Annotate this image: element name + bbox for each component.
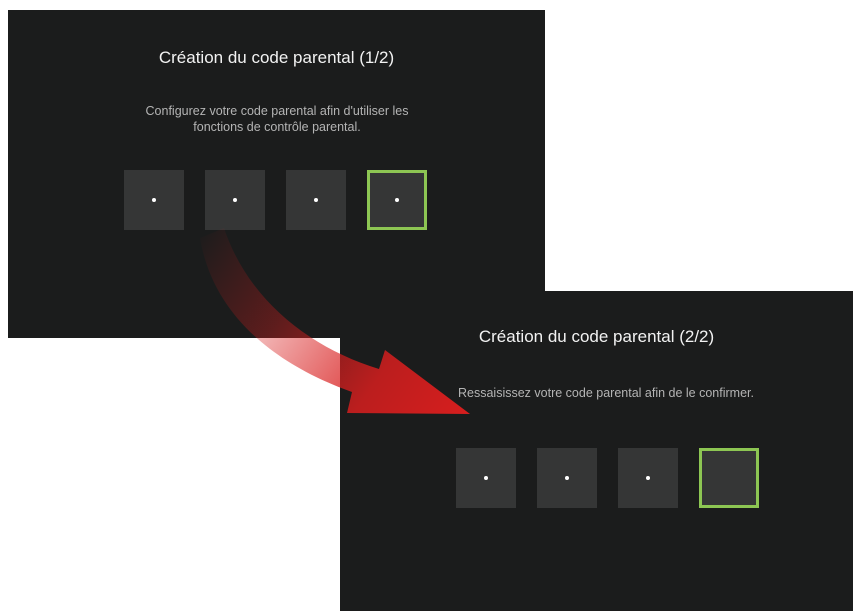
- pin-digit-box-2[interactable]: [205, 170, 265, 230]
- masked-digit-dot: [395, 198, 399, 202]
- pin-digit-box-4[interactable]: [367, 170, 427, 230]
- masked-digit-dot: [233, 198, 237, 202]
- page-title: Création du code parental (2/2): [478, 327, 715, 346]
- masked-digit-dot: [565, 476, 569, 480]
- pin-digit-box-3[interactable]: [286, 170, 346, 230]
- pin-digit-box-4[interactable]: [699, 448, 759, 508]
- pin-digit-box-1[interactable]: [456, 448, 516, 508]
- pin-digit-box-2[interactable]: [537, 448, 597, 508]
- parental-code-screen-step-1: Création du code parental (1/2) Configur…: [8, 10, 545, 338]
- masked-digit-dot: [314, 198, 318, 202]
- pin-digit-box-3[interactable]: [618, 448, 678, 508]
- masked-digit-dot: [646, 476, 650, 480]
- parental-code-screen-step-2: Création du code parental (2/2) Ressaisi…: [340, 291, 853, 611]
- pin-digit-box-1[interactable]: [124, 170, 184, 230]
- masked-digit-dot: [484, 476, 488, 480]
- instruction-text: Ressaisissez votre code parental afin de…: [458, 386, 754, 400]
- page-title: Création du code parental (1/2): [158, 48, 395, 67]
- masked-digit-dot: [152, 198, 156, 202]
- instruction-text: Configurez votre code parental afin d'ut…: [145, 104, 409, 134]
